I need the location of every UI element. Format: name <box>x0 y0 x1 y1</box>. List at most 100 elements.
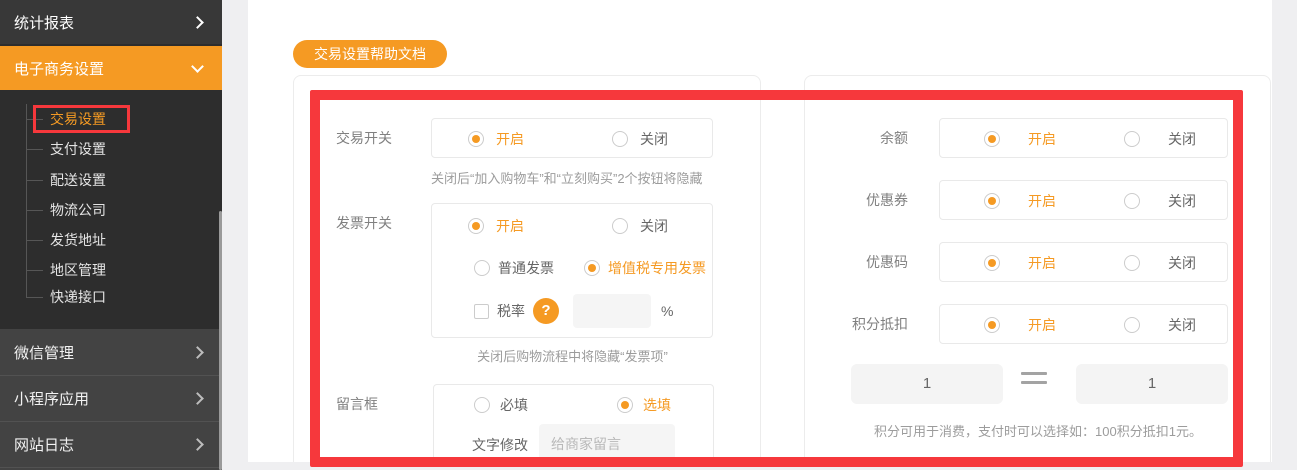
sidebar-item-label: 电子商务设置 <box>14 58 193 79</box>
invoice-switch-label: 发票开关 <box>336 203 392 243</box>
radio-label: 关闭 <box>1168 253 1196 273</box>
radio-option-optional[interactable]: 选填 <box>617 395 671 415</box>
sidebar-item-label: 地区管理 <box>50 262 106 278</box>
money-value-input[interactable]: 1 <box>1076 364 1228 404</box>
radio-option-on[interactable]: 开启 <box>984 191 1056 211</box>
radio-selected-icon[interactable] <box>468 218 484 234</box>
radio-unselected-icon[interactable] <box>1124 193 1140 209</box>
invoice-switch-helper: 关闭后购物流程中将隐藏“发票项” <box>431 346 714 365</box>
radio-selected-icon[interactable] <box>584 260 600 276</box>
points-helper: 积分可用于消费，支付时可以选择如：100积分抵扣1元。 <box>838 421 1238 440</box>
sidebar-item-transaction-settings[interactable]: 交易设置 <box>0 104 222 134</box>
tax-rate-input[interactable] <box>573 294 651 328</box>
radio-selected-icon[interactable] <box>617 397 633 413</box>
radio-unselected-icon[interactable] <box>1124 317 1140 333</box>
radio-label: 必填 <box>500 395 528 415</box>
radio-option-on[interactable]: 开启 <box>468 129 524 149</box>
radio-selected-icon[interactable] <box>468 131 484 147</box>
radio-option-off[interactable]: 关闭 <box>1124 129 1196 149</box>
radio-option-on[interactable]: 开启 <box>984 129 1056 149</box>
help-doc-button[interactable]: 交易设置帮助文档 <box>293 40 447 68</box>
merchant-message-input[interactable]: 给商家留言 <box>539 424 675 462</box>
promo-code-label: 优惠码 <box>805 242 908 282</box>
equals-icon <box>1021 372 1047 384</box>
radio-label: 关闭 <box>640 129 668 149</box>
radio-option-vat-invoice[interactable]: 增值税专用发票 <box>584 258 706 278</box>
sidebar-item-label: 网站日志 <box>14 434 193 455</box>
radio-unselected-icon[interactable] <box>612 131 628 147</box>
chevron-right-icon <box>191 16 204 29</box>
transaction-settings-panel: 交易开关 开启 关闭 关闭后“加入购物车”和“立刻购买”2个按钮将隐藏 发票开关 <box>293 75 761 462</box>
radio-unselected-icon[interactable] <box>612 218 628 234</box>
content-card: 交易设置帮助文档 交易开关 开启 关闭 关闭后“加入购物车”和“立刻购买”2个按… <box>248 0 1272 462</box>
radio-selected-icon[interactable] <box>984 193 1000 209</box>
radio-label: 开启 <box>496 216 524 236</box>
radio-option-off[interactable]: 关闭 <box>1124 315 1196 335</box>
transaction-switch-label: 交易开关 <box>336 118 392 158</box>
radio-label: 增值税专用发票 <box>608 258 706 278</box>
radio-option-off[interactable]: 关闭 <box>612 216 668 236</box>
radio-option-on[interactable]: 开启 <box>468 216 524 236</box>
chevron-down-icon <box>191 60 204 73</box>
sidebar-item-wechat-management[interactable]: 微信管理 <box>0 329 222 375</box>
page: 统计报表 电子商务设置 交易设置 支付设置 配送设置 物流公司 发货地址 地区管… <box>0 0 1297 470</box>
points-deduction-label: 积分抵扣 <box>805 304 908 344</box>
radio-option-off[interactable]: 关闭 <box>612 129 668 149</box>
radio-unselected-icon[interactable] <box>474 260 490 276</box>
radio-label: 开启 <box>1028 191 1056 211</box>
sidebar-item-website-logs[interactable]: 网站日志 <box>0 421 222 467</box>
sidebar-item-label: 交易设置 <box>50 111 106 127</box>
radio-option-off[interactable]: 关闭 <box>1124 191 1196 211</box>
points-deduction-switch-box: 开启 关闭 <box>939 304 1228 344</box>
sidebar-item-express-interface[interactable]: 快递接口 <box>0 282 222 312</box>
sidebar-submenu: 交易设置 支付设置 配送设置 物流公司 发货地址 地区管理 快递接口 <box>0 92 222 327</box>
tree-tick <box>26 240 43 241</box>
radio-option-normal-invoice[interactable]: 普通发票 <box>474 258 554 278</box>
radio-selected-icon[interactable] <box>984 255 1000 271</box>
tax-rate-label: 税率 <box>497 301 525 321</box>
radio-unselected-icon[interactable] <box>1124 255 1140 271</box>
radio-unselected-icon[interactable] <box>474 397 490 413</box>
tree-tick <box>26 119 43 120</box>
sidebar: 统计报表 电子商务设置 交易设置 支付设置 配送设置 物流公司 发货地址 地区管… <box>0 0 222 470</box>
tree-tick <box>26 210 43 211</box>
radio-option-on[interactable]: 开启 <box>984 315 1056 335</box>
percent-unit: % <box>661 303 673 319</box>
radio-label: 开启 <box>496 129 524 149</box>
radio-option-off[interactable]: 关闭 <box>1124 253 1196 273</box>
sidebar-item-label: 支付设置 <box>50 141 106 157</box>
coupon-switch-box: 开启 关闭 <box>939 180 1228 220</box>
sidebar-item-delivery-settings[interactable]: 配送设置 <box>0 165 222 195</box>
radio-label: 开启 <box>1028 129 1056 149</box>
sidebar-item-label: 快递接口 <box>50 289 106 305</box>
radio-label: 关闭 <box>1168 191 1196 211</box>
sidebar-item-shipping-address[interactable]: 发货地址 <box>0 225 222 255</box>
sidebar-item-ecommerce-settings[interactable]: 电子商务设置 <box>0 46 222 90</box>
points-value-input[interactable]: 1 <box>851 364 1003 404</box>
promo-code-switch-box: 开启 关闭 <box>939 242 1228 282</box>
sidebar-item-label: 配送设置 <box>50 172 106 188</box>
radio-unselected-icon[interactable] <box>1124 131 1140 147</box>
sidebar-item-payment-settings[interactable]: 支付设置 <box>0 134 222 164</box>
sidebar-item-label: 发货地址 <box>50 232 106 248</box>
radio-label: 开启 <box>1028 315 1056 335</box>
radio-selected-icon[interactable] <box>984 317 1000 333</box>
coupon-label: 优惠券 <box>805 180 908 220</box>
radio-selected-icon[interactable] <box>984 131 1000 147</box>
tax-rate-checkbox[interactable] <box>474 304 489 319</box>
transaction-switch-helper: 关闭后“加入购物车”和“立刻购买”2个按钮将隐藏 <box>431 168 751 187</box>
radio-option-required[interactable]: 必填 <box>474 395 528 415</box>
sidebar-item-region-management[interactable]: 地区管理 <box>0 255 222 285</box>
balance-label: 余额 <box>805 118 908 158</box>
sidebar-scrollbar[interactable] <box>219 211 222 470</box>
sidebar-item-statistics-report[interactable]: 统计报表 <box>0 0 222 44</box>
chevron-right-icon <box>191 346 204 359</box>
message-box-label: 留言框 <box>336 384 378 424</box>
sidebar-item-miniprogram-app[interactable]: 小程序应用 <box>0 375 222 421</box>
radio-option-on[interactable]: 开启 <box>984 253 1056 273</box>
sidebar-item-label: 小程序应用 <box>14 388 193 409</box>
question-help-icon[interactable]: ? <box>533 298 559 324</box>
radio-label: 关闭 <box>1168 315 1196 335</box>
tree-tick <box>26 270 43 271</box>
sidebar-item-logistics-company[interactable]: 物流公司 <box>0 195 222 225</box>
